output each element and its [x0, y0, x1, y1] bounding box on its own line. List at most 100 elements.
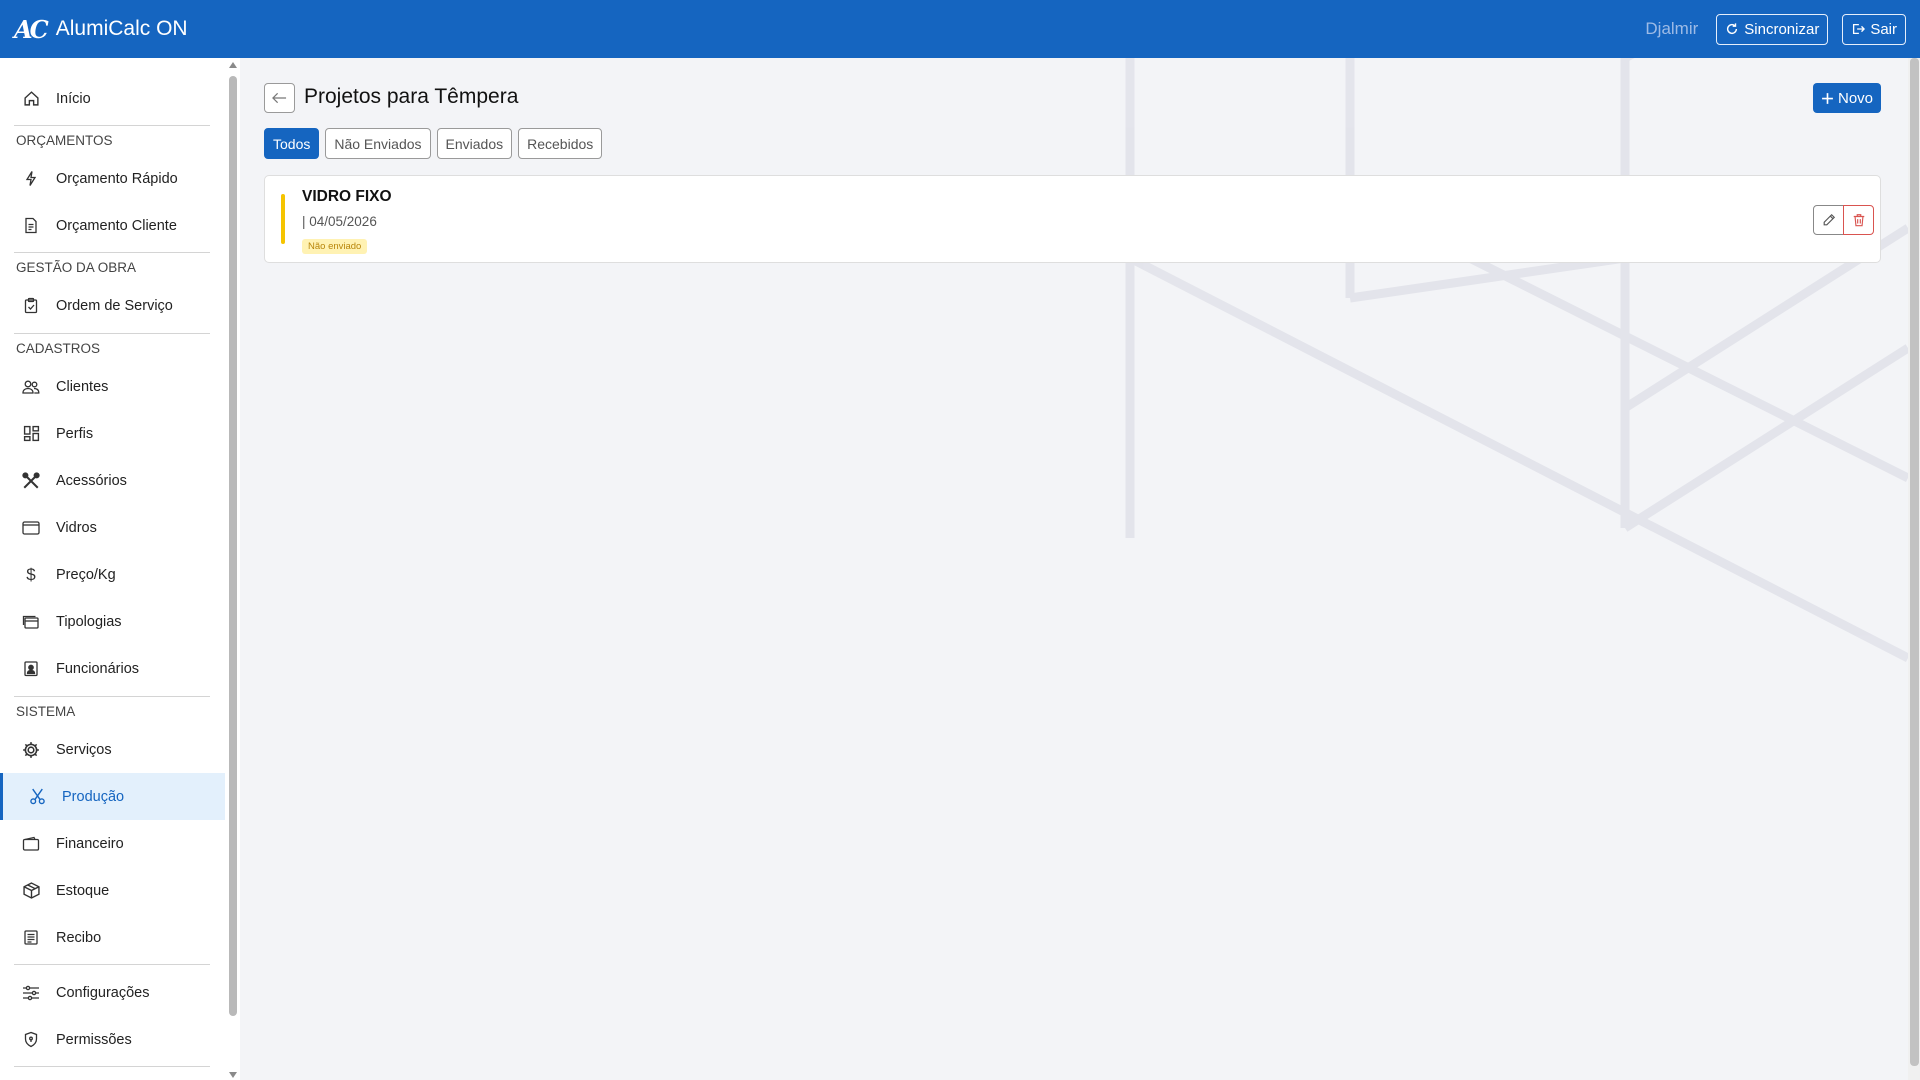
sidebar-item-label: Configurações: [56, 984, 150, 1001]
divider: [14, 964, 210, 965]
sidebar-item-servicos[interactable]: Serviços: [0, 726, 225, 773]
sidebar-item-orcamento-rapido[interactable]: Orçamento Rápido: [0, 155, 225, 202]
window-icon: [21, 518, 41, 538]
page-scrollbar-thumb[interactable]: [1910, 58, 1919, 1066]
sidebar-item-orcamento-cliente[interactable]: Orçamento Cliente: [0, 202, 225, 249]
status-indicator-bar: [281, 194, 285, 244]
sidebar-item-label: Clientes: [56, 378, 109, 395]
layers-icon: [21, 612, 41, 632]
sidebar-item-label: Recibo: [56, 929, 102, 946]
sidebar-item-ordem-de-servico[interactable]: Ordem de Serviço: [0, 282, 225, 329]
sidebar-item-label: Tipologias: [56, 613, 122, 630]
main-content: Projetos para Têmpera Novo Todos Não Env…: [240, 58, 1908, 1080]
sidebar: Início ORÇAMENTOS Orçamento Rápido Orçam…: [0, 58, 228, 1080]
filter-enviados[interactable]: Enviados: [436, 128, 513, 159]
badge-icon: [21, 659, 41, 679]
brand[interactable]: AC AlumiCalc ON: [14, 15, 188, 44]
scroll-up-icon[interactable]: [229, 62, 237, 68]
sidebar-item-financeiro[interactable]: Financeiro: [0, 820, 225, 867]
sync-button[interactable]: Sincronizar: [1716, 13, 1829, 45]
sidebar-item-label: Acessórios: [56, 472, 127, 489]
sidebar-item-perfis[interactable]: Perfis: [0, 410, 225, 457]
sidebar-item-label: Perfis: [56, 425, 94, 442]
people-icon: [21, 377, 41, 397]
sidebar-item-clientes[interactable]: Clientes: [0, 363, 225, 410]
sidebar-item-acessorios[interactable]: Acessórios: [0, 457, 225, 504]
sidebar-item-recibo[interactable]: Recibo: [0, 914, 225, 961]
sidebar-item-label: Serviços: [56, 741, 112, 758]
sidebar-item-label: Início: [56, 90, 91, 107]
sidebar-item-estoque[interactable]: Estoque: [0, 867, 225, 914]
sidebar-item-label: Produção: [62, 788, 125, 805]
sidebar-item-label: Preço/Kg: [56, 566, 116, 583]
top-right-actions: Djalmir Sincronizar Sair: [1645, 13, 1906, 45]
box-icon: [21, 881, 41, 901]
app-logo: AC: [14, 14, 49, 44]
gear-icon: [21, 740, 41, 760]
filter-tabs: Todos Não Enviados Enviados Recebidos: [264, 128, 603, 159]
sidebar-item-configuracoes[interactable]: Configurações: [0, 969, 225, 1016]
divider: [14, 252, 210, 253]
user-name: Djalmir: [1645, 19, 1699, 38]
sidebar-item-tipologias[interactable]: Tipologias: [0, 598, 225, 645]
filter-todos[interactable]: Todos: [264, 128, 320, 159]
plus-icon: [1822, 92, 1833, 104]
page-title: Projetos para Têmpera: [304, 85, 519, 108]
sidebar-item-label: Orçamento Cliente: [56, 217, 177, 234]
section-label-orcamentos: ORÇAMENTOS: [16, 133, 113, 148]
bolt-icon: [21, 169, 41, 189]
dollar-icon: $: [26, 564, 36, 584]
divider: [14, 696, 210, 697]
sidebar-item-label: Orçamento Rápido: [56, 170, 178, 187]
grid-icon: [21, 424, 41, 444]
sidebar-item-label: Ordem de Serviço: [56, 297, 173, 314]
divider: [14, 333, 210, 334]
filter-nao-enviados[interactable]: Não Enviados: [325, 128, 431, 159]
home-icon: [21, 89, 41, 109]
wallet-icon: [21, 834, 41, 854]
project-title: VIDRO FIXO: [302, 188, 392, 205]
sidebar-item-vidros[interactable]: Vidros: [0, 504, 225, 551]
sidebar-scrollbar-thumb[interactable]: [229, 76, 237, 1016]
card-actions: [1813, 205, 1874, 235]
scroll-down-icon[interactable]: [229, 1072, 237, 1078]
logout-icon: [1853, 23, 1866, 35]
section-label-cadastros: CADASTROS: [16, 341, 101, 356]
sidebar-item-producao[interactable]: Produção: [0, 773, 225, 820]
section-label-gestao-da-obra: GESTÃO DA OBRA: [16, 260, 137, 275]
sidebar-item-label: Funcionários: [56, 660, 140, 677]
delete-button[interactable]: [1843, 205, 1874, 235]
refresh-icon: [1727, 23, 1738, 35]
sidebar-item-label: Financeiro: [56, 835, 124, 852]
new-label: Novo: [1837, 89, 1874, 107]
top-bar: AC AlumiCalc ON Djalmir Sincronizar Sair: [0, 0, 1920, 58]
filter-recebidos[interactable]: Recebidos: [518, 128, 603, 159]
divider: [14, 125, 210, 126]
sidebar-item-label: Permissões: [56, 1031, 132, 1048]
sliders-icon: [21, 983, 41, 1003]
status-badge: Não enviado: [302, 239, 368, 254]
section-label-sistema: SISTEMA: [16, 704, 76, 719]
sidebar-item-funcionarios[interactable]: Funcionários: [0, 645, 225, 692]
tools-icon: [21, 471, 41, 491]
back-button[interactable]: [264, 83, 295, 113]
project-card[interactable]: VIDRO FIXO | 04/05/2026 Não enviado: [264, 175, 1881, 263]
pencil-icon: [1823, 213, 1835, 226]
new-project-button[interactable]: Novo: [1813, 83, 1881, 113]
shield-icon: [21, 1030, 41, 1050]
logout-button[interactable]: Sair: [1842, 13, 1906, 45]
clipboard-check-icon: [21, 296, 41, 316]
scissors-icon: [27, 787, 47, 807]
project-date: | 04/05/2026: [302, 214, 377, 229]
sidebar-item-label: Estoque: [56, 882, 110, 899]
arrow-left-icon: [272, 92, 287, 104]
sidebar-item-permissoes[interactable]: Permissões: [0, 1016, 225, 1063]
sidebar-item-inicio[interactable]: Início: [0, 75, 225, 122]
sync-label: Sincronizar: [1744, 20, 1820, 38]
divider: [14, 1066, 210, 1067]
sidebar-item-preco-kg[interactable]: $ Preço/Kg: [0, 551, 225, 598]
logout-label: Sair: [1870, 20, 1897, 38]
trash-icon: [1853, 214, 1864, 227]
document-icon: [21, 216, 41, 236]
edit-button[interactable]: [1813, 205, 1844, 235]
